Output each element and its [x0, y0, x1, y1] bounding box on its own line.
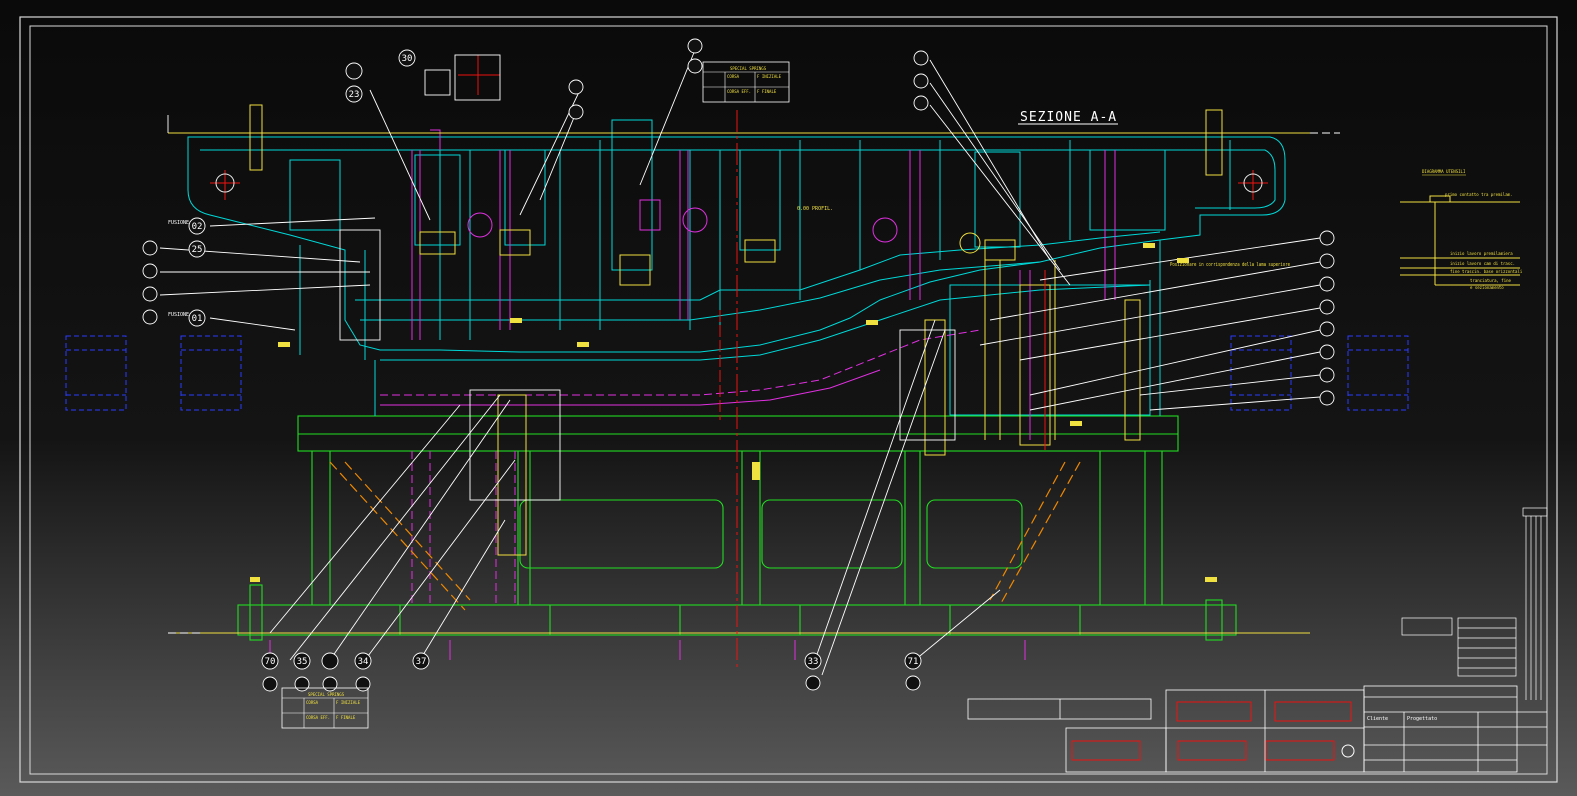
balloon-label-35: 35: [297, 657, 308, 667]
profile-note: 0.00 PROFIL.: [797, 206, 833, 212]
cad-drawing: 30 23 02 25 01 70 35 34 37 33 71 SEZIONE…: [19, 16, 1558, 783]
spring-bottom-title: SPECIAL SPRINGS: [308, 692, 345, 697]
balloon-label-71: 71: [908, 657, 919, 667]
spring-bottom-ffinale: F FINALE: [336, 715, 356, 720]
orange-cam-paths: [329, 461, 1081, 611]
tool-diagram-line-1: primo contatto tra premilam.: [1445, 192, 1512, 197]
spring-top-finiziale: F INIZIALE: [757, 74, 782, 79]
spring-bottom-corsa: CORSA: [306, 700, 319, 705]
balloon-label-34: 34: [358, 657, 369, 667]
balloon-label-37: 37: [416, 657, 427, 667]
title-block: [967, 685, 1547, 773]
spring-top-corsa-eff: CORSA EFF.: [727, 89, 751, 94]
spring-top-ffinale: F FINALE: [757, 89, 777, 94]
magenta-guides: [269, 129, 1116, 660]
balloon-label-70: 70: [265, 657, 276, 667]
title-block-red-fields: [1071, 701, 1352, 761]
projection-symbol: [1341, 744, 1355, 758]
revision-tables: [1401, 507, 1548, 700]
tool-diagram-line-4: fine trascin. base orizzontali: [1450, 269, 1523, 274]
cad-viewport[interactable]: 30 23 02 25 01 70 35 34 37 33 71 SEZIONE…: [0, 0, 1577, 796]
title-block-cliente: Cliente: [1367, 716, 1388, 722]
balloon-label-33: 33: [808, 657, 819, 667]
dimension-tags: [250, 243, 1217, 582]
spring-top-title: SPECIAL SPRINGS: [730, 66, 767, 71]
spring-bottom-finiziale: F INIZIALE: [336, 700, 361, 705]
tool-diagram-line-6: e sezionamento: [1470, 285, 1504, 290]
tool-diagram-title: DIAGRAMMA UTENSILI: [1422, 169, 1466, 174]
red-centerlines: [210, 55, 1268, 670]
inner-frame: [29, 25, 1548, 775]
spring-top-corsa: CORSA: [727, 74, 740, 79]
section-title: SEZIONE A-A: [1020, 110, 1117, 125]
balloon-label-23: 23: [349, 90, 360, 100]
tool-diagram-line-2: inizio lavoro premilamiera: [1450, 251, 1513, 256]
tool-diagram-line-3: inizio lavoro cam di trasc.: [1450, 261, 1515, 266]
balloon-label-25: 25: [192, 245, 203, 255]
spring-note-top: SPECIAL SPRINGS CORSA F INIZIALE CORSA E…: [702, 61, 790, 103]
yellow-details: [168, 104, 1520, 634]
fusione-label-upper: FUSIONE: [168, 220, 189, 226]
title-block-progettato: Progettato: [1407, 716, 1437, 722]
balloon-label-30: 30: [402, 54, 413, 64]
balloon-label-01: 01: [192, 314, 203, 324]
spring-bottom-corsa-eff: CORSA EFF.: [306, 715, 330, 720]
tool-diagram: DIAGRAMMA UTENSILI primo contatto tra pr…: [1422, 169, 1523, 290]
balloon-label-02: 02: [192, 222, 203, 232]
spring-note-bottom: SPECIAL SPRINGS CORSA F INIZIALE CORSA E…: [281, 687, 369, 729]
white-outlines: [159, 49, 1340, 676]
tool-diagram-line-5: tranciatura, fine: [1470, 278, 1512, 283]
fusione-label-lower: FUSIONE: [168, 312, 189, 318]
